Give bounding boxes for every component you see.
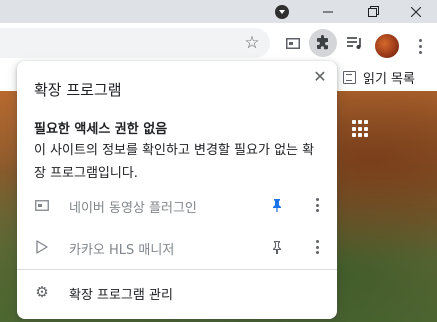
extension-name: 네이버 동영상 플러그인 [69, 201, 197, 216]
media-player-icon [34, 197, 50, 213]
pin-icon[interactable] [267, 195, 287, 215]
tab-search-button[interactable] [260, 0, 304, 23]
avatar[interactable] [375, 34, 399, 58]
title-bar [0, 0, 437, 23]
media-playlist-icon[interactable] [341, 29, 369, 57]
toolbar: ☆ [0, 23, 437, 63]
extensions-popup: 확장 프로그램 ✕ 필요한 액세스 권한 없음 이 사이트의 정보를 확인하고 … [17, 61, 337, 319]
extension-name: 카카오 HLS 매니저 [69, 243, 175, 258]
more-options-icon[interactable] [309, 195, 325, 215]
close-icon[interactable]: ✕ [310, 66, 330, 86]
reading-list-icon [343, 70, 356, 84]
manage-extensions-button[interactable]: ⚙ 확장 프로그램 관리 [17, 273, 337, 313]
restore-button[interactable] [351, 0, 395, 23]
section-heading: 필요한 액세스 권한 없음 [34, 122, 168, 137]
pin-outline-icon[interactable] [267, 237, 287, 257]
popup-title: 확장 프로그램 [34, 81, 122, 99]
extension-item[interactable]: 네이버 동영상 플러그인 [17, 184, 337, 226]
restore-icon [367, 6, 379, 17]
chevron-down-icon [275, 4, 289, 19]
more-options-icon[interactable] [309, 237, 325, 257]
minimize-button[interactable] [306, 0, 350, 23]
bookmark-star-icon[interactable]: ☆ [238, 29, 266, 57]
address-bar[interactable] [0, 28, 270, 58]
manage-extensions-label: 확장 프로그램 관리 [69, 288, 173, 303]
minimize-icon [323, 11, 333, 12]
more-menu-icon[interactable] [410, 36, 430, 56]
window-close-button[interactable] [394, 0, 437, 23]
media-extension-icon[interactable] [279, 29, 307, 57]
gear-icon: ⚙ [35, 283, 49, 301]
play-triangle-icon [34, 239, 50, 255]
divider [17, 269, 337, 270]
extension-item[interactable]: 카카오 HLS 매니저 [17, 226, 337, 268]
section-description: 이 사이트의 정보를 확인하고 변경할 필요가 없는 확장 프로그램입니다. [34, 143, 315, 181]
window-close-icon [411, 6, 421, 17]
apps-grid-icon[interactable] [352, 120, 370, 138]
reading-list-button[interactable]: 읽기 목록 [343, 68, 415, 87]
reading-list-label: 읽기 목록 [363, 71, 415, 87]
extensions-puzzle-icon[interactable] [309, 29, 337, 57]
